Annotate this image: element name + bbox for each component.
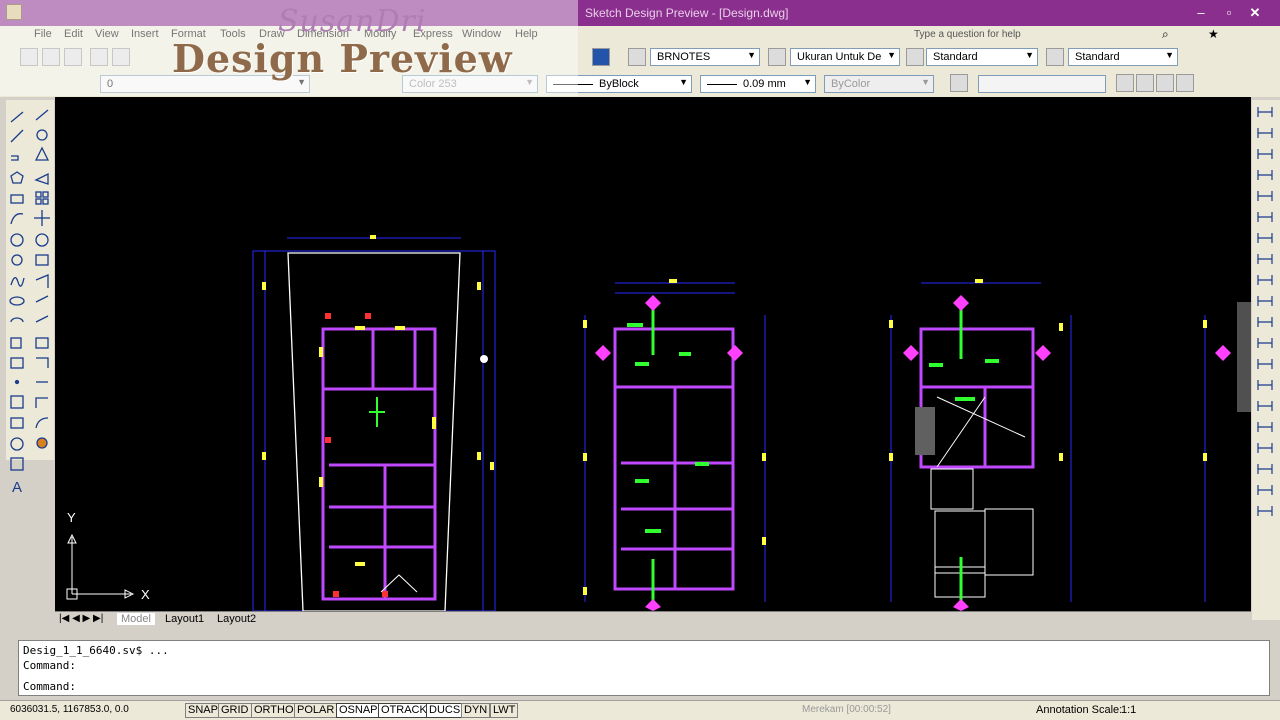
dimension-tool-icon [1257,506,1273,516]
help-icon[interactable] [592,48,610,66]
dimension-tool-icon [1257,380,1273,390]
favorites-icon[interactable]: ★ [1208,27,1219,41]
dimension-tool-icon [1257,149,1273,159]
multileader-style-select[interactable]: Standard ▼ [1068,48,1178,66]
command-window[interactable]: Desig_1_1_6640.sv$ ... Command: Command: [18,640,1270,696]
otrack-toggle[interactable]: OTRACK [378,703,430,718]
drawing-canvas[interactable]: X Y [55,97,1251,612]
annotation-scale-label: Annotation Scale: [1036,704,1123,716]
tab-nav-arrows-icon[interactable]: |◀ ◀ ▶ ▶| [59,613,103,624]
command-history-line: Command: [23,659,76,672]
view-icon-1[interactable] [1116,74,1134,92]
plan-2 [583,279,766,611]
floor-plans-drawing: X Y [66,235,1251,612]
plotstyle-select[interactable]: ByColor ▼ [824,75,934,93]
window-title: Sketch Design Preview - [Design.dwg] [585,6,789,20]
watermark-line1: SusanDri [278,4,427,39]
dimension-tool-icon [1257,275,1273,285]
view-icon-3[interactable] [1156,74,1174,92]
dyn-toggle[interactable]: DYN [461,703,491,718]
dimension-tool-icon [1257,191,1273,201]
match-properties-icon[interactable] [950,74,968,92]
dimension-tool-icon [1257,212,1273,222]
dimension-tool-icon [1257,233,1273,243]
ortho-toggle[interactable]: ORTHO [251,703,297,718]
dimension-tool-icon [1257,338,1273,348]
dim-style-icon[interactable] [768,48,786,66]
polar-toggle[interactable]: POLAR [294,703,338,718]
view-icon-4[interactable] [1176,74,1194,92]
tab-layout1[interactable]: Layout1 [161,613,208,625]
dimension-tool-icon [1257,254,1273,264]
workspace-field[interactable] [978,75,1106,93]
dimension-tool-icon [1257,170,1273,180]
text-style-select[interactable]: BRNOTES ▼ [650,48,760,66]
grid-toggle[interactable]: GRID [218,703,252,718]
table-style-icon[interactable] [906,48,924,66]
ucs-icon [66,533,135,600]
dim-style-select[interactable]: Ukuran Untuk De ▼ [790,48,900,66]
ucs-x-label: X [141,587,150,602]
dimension-tool-icon [1257,296,1273,306]
dimension-tool-icon [1257,464,1273,474]
dimension-toolbar [1252,100,1280,620]
cursor-icon [480,355,488,363]
plan-1 [252,235,496,612]
view-icon-2[interactable] [1136,74,1154,92]
draw-modify-toolbar: A [6,100,54,496]
multileader-style-icon[interactable] [1046,48,1064,66]
minimize-button[interactable]: – [1188,3,1214,23]
osnap-toggle[interactable]: OSNAP [336,703,381,718]
lineweight-select[interactable]: 0.09 mm ▼ [700,75,816,93]
command-input[interactable]: Command: [23,680,76,693]
plan-4-partial [1203,302,1251,602]
dimension-tool-icon [1257,359,1273,369]
close-button[interactable]: ✕ [1242,3,1268,23]
snap-toggle[interactable]: SNAP [185,703,221,718]
tab-layout2[interactable]: Layout2 [213,613,260,625]
table-style-select[interactable]: Standard ▼ [926,48,1038,66]
dimension-tool-icon [1257,422,1273,432]
text-style-icon[interactable] [628,48,646,66]
help-search-input[interactable]: Type a question for help [912,27,1162,43]
restore-button[interactable]: ▫ [1216,3,1242,23]
draw-tools-icons[interactable]: A [6,100,54,500]
coordinates-readout: 6036031.5, 1167853.0, 0.0 [10,704,129,715]
tab-model[interactable]: Model [117,613,155,625]
command-history-line: Desig_1_1_6640.sv$ ... [23,644,169,657]
svg-text:A: A [12,479,22,496]
status-bar: 6036031.5, 1167853.0, 0.0 SNAP GRID ORTH… [0,700,1280,720]
dimension-tools-icons[interactable] [1252,100,1280,620]
search-icon[interactable]: ⌕ [1162,27,1169,42]
plan-3 [889,279,1072,611]
dimension-tool-icon [1257,317,1273,327]
ucs-y-label: Y [67,510,76,525]
dimension-tool-icon [1257,443,1273,453]
recording-indicator: Merekam [00:00:52] [802,704,891,715]
dimension-tool-icon [1257,128,1273,138]
dimension-tool-icon [1257,485,1273,495]
annotation-scale-select[interactable]: 1:1 [1121,704,1136,716]
lwt-toggle[interactable]: LWT [490,703,519,718]
ducs-toggle[interactable]: DUCS [426,703,464,718]
watermark-line2: Design Preview [172,36,513,81]
dimension-tool-icon [1257,107,1273,117]
dimension-tool-icon [1257,401,1273,411]
watermark-overlay: SusanDri Design Preview [0,0,578,96]
layout-tabs: |◀ ◀ ▶ ▶| Model Layout1 Layout2 [55,611,1251,627]
